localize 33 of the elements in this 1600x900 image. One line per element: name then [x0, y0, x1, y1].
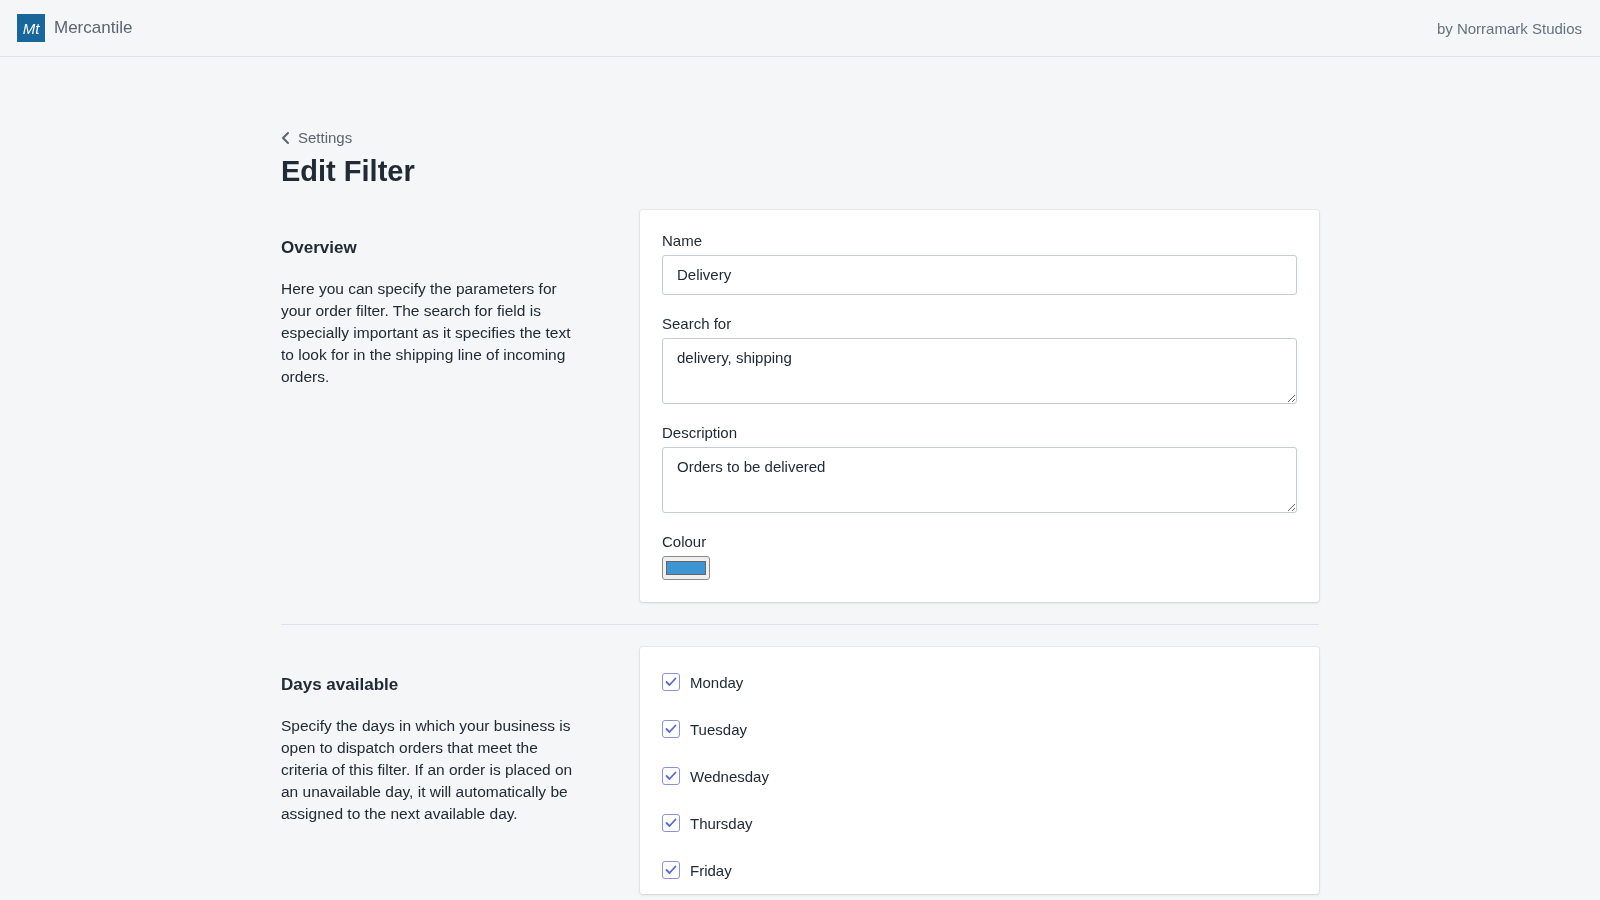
- colour-picker[interactable]: [662, 555, 710, 580]
- checkmark-icon: [665, 818, 677, 828]
- checkmark-icon: [665, 865, 677, 875]
- byline: by Norramark Studios: [1436, 19, 1582, 37]
- logo-icon: Mt: [17, 14, 45, 42]
- checkbox[interactable]: [662, 673, 680, 691]
- text-area[interactable]: delivery, shipping: [662, 337, 1297, 404]
- checkbox-label: Tuesday: [690, 720, 747, 738]
- back-link[interactable]: Settings: [281, 129, 353, 146]
- checkbox[interactable]: [662, 861, 680, 879]
- section-description: Here you can specify the parameters for your order filter. The search for field is especially important as it specifies the text to look for in the shipping line of incoming orders.: [281, 278, 572, 387]
- page-title: Edit Filter: [281, 154, 416, 188]
- field-label: Search for: [662, 314, 733, 332]
- chevron-left-icon: [281, 130, 291, 145]
- field-label: Description: [662, 423, 739, 441]
- section-description: Specify the days in which your business is open to dispatch orders that meet the criteria of this filter. If an order is placed on an unavailable day, it will automatically be assigned to the next available day.: [281, 715, 574, 824]
- section-heading: Overview: [281, 237, 358, 258]
- checkmark-icon: [665, 677, 677, 687]
- field-label: Colour: [662, 532, 708, 550]
- checkmark-icon: [665, 724, 677, 734]
- app-name: Mercantile: [54, 18, 133, 38]
- section-heading: Days available: [281, 674, 400, 695]
- checkbox-label: Thursday: [690, 814, 753, 832]
- field-label: Name: [662, 231, 703, 249]
- checkbox-label: Wednesday: [690, 767, 769, 785]
- checkbox-label: Friday: [690, 861, 732, 879]
- checkmark-icon: [665, 771, 677, 781]
- checkbox[interactable]: [662, 814, 680, 832]
- checkbox-label: Monday: [690, 673, 744, 691]
- text-area[interactable]: Orders to be delivered: [662, 446, 1297, 513]
- checkbox[interactable]: [662, 720, 680, 738]
- checkbox[interactable]: [662, 767, 680, 785]
- input-field[interactable]: Delivery: [662, 254, 1297, 295]
